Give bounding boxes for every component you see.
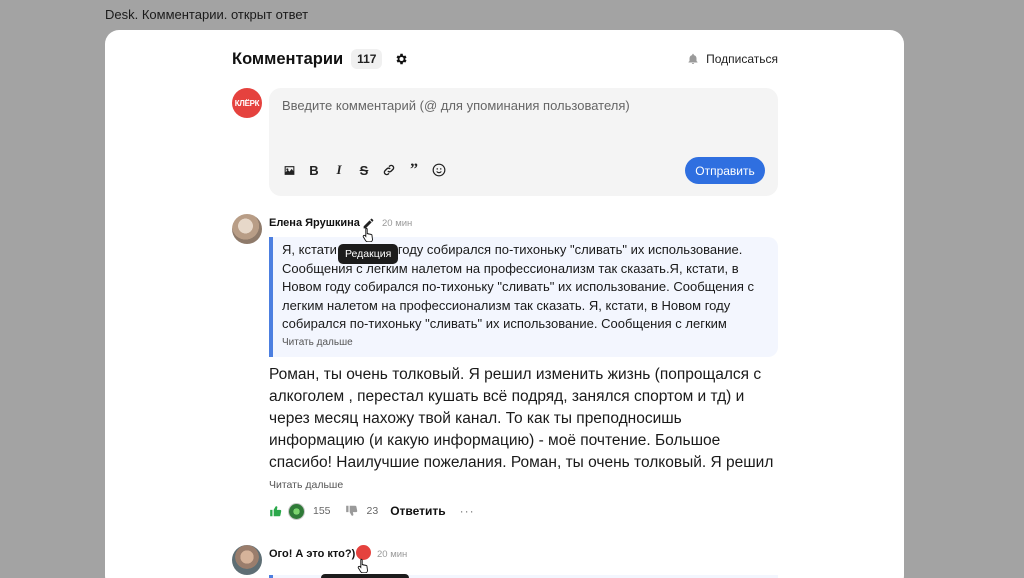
- comment-time: 20 мин: [377, 549, 408, 560]
- frame-title: Desk. Комментарии. открыт ответ: [105, 7, 309, 22]
- italic-icon[interactable]: I: [331, 162, 347, 178]
- comment-item: Елена Ярушкина 20 мин Редакция Я, кстати…: [232, 214, 778, 524]
- hand-cursor-icon: [357, 558, 368, 573]
- compose-box: B I S ” Отправить: [269, 88, 778, 196]
- comment-time: 20 мин: [382, 218, 413, 229]
- gear-icon[interactable]: [394, 52, 408, 66]
- strikethrough-icon[interactable]: S: [356, 162, 372, 178]
- reply-button[interactable]: Ответить: [390, 504, 445, 518]
- comment-author[interactable]: Елена Ярушкина: [269, 217, 360, 229]
- link-icon[interactable]: [381, 162, 397, 178]
- avatar[interactable]: [232, 545, 262, 575]
- comment-text: Роман, ты очень толковый. Я решил измени…: [269, 366, 774, 471]
- comments-count-badge: 117: [351, 49, 383, 69]
- comment-author[interactable]: Ого! А это кто?): [269, 548, 355, 560]
- more-options-button[interactable]: ···: [460, 504, 475, 518]
- emoji-icon[interactable]: [431, 162, 447, 178]
- formatting-toolbar: B I S ”: [281, 161, 447, 178]
- dislikes-count: 23: [366, 505, 379, 517]
- hand-cursor-icon: [362, 227, 373, 242]
- quote-read-more-link[interactable]: Читать дальше: [282, 337, 769, 348]
- read-more-link[interactable]: Читать дальше: [269, 479, 343, 491]
- bell-icon: [688, 53, 698, 64]
- likes-count: 155: [313, 505, 331, 517]
- avatar[interactable]: [232, 214, 262, 244]
- comments-header: Комментарии 117 Подписаться: [232, 47, 778, 71]
- editorial-tooltip: Редакция: [338, 244, 399, 264]
- comment-composer: КЛЁРК B I S ” Отправить: [232, 88, 778, 196]
- avatar: КЛЁРК: [232, 88, 262, 118]
- thumbs-down-icon[interactable]: [345, 504, 359, 518]
- subscribe-button[interactable]: Подписаться: [687, 52, 778, 66]
- subscribe-label: Подписаться: [706, 52, 778, 66]
- quote-icon[interactable]: ”: [406, 161, 422, 178]
- image-icon[interactable]: [281, 162, 297, 178]
- tooltip: [321, 574, 409, 578]
- page-title: Комментарии: [232, 49, 344, 68]
- comment-item: Ого! А это кто?) 20 мин: [232, 545, 778, 578]
- comments-panel: Комментарии 117 Подписаться КЛЁРК B I S: [105, 30, 904, 578]
- bold-icon[interactable]: B: [306, 162, 322, 178]
- reactor-avatar[interactable]: [288, 502, 305, 520]
- comment-input[interactable]: [282, 98, 762, 113]
- comment-actions: 155 23 Ответить ···: [269, 502, 475, 520]
- send-button[interactable]: Отправить: [685, 157, 765, 184]
- thumbs-up-icon[interactable]: [269, 504, 283, 518]
